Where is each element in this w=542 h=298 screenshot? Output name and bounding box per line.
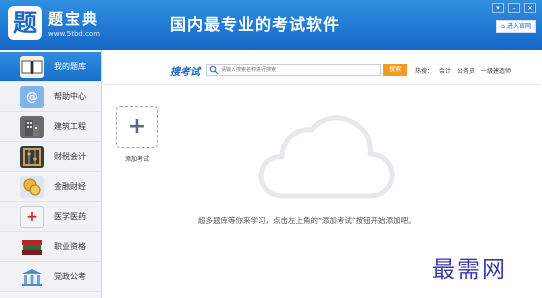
help-icon: @ xyxy=(20,85,44,108)
app-name: 题宝典 xyxy=(48,10,100,28)
app-logo: 题 题宝典 www.5tbd.com xyxy=(8,6,118,44)
enter-site-label: 进入官网 xyxy=(506,23,531,30)
books-stack-icon xyxy=(20,236,44,258)
hot-link-civil-servant[interactable]: 公务员 xyxy=(457,66,475,75)
sidebar-item-qualification[interactable]: 职业资格 xyxy=(0,232,101,262)
coins-icon xyxy=(20,175,44,198)
sidebar-item-label: 建筑工程 xyxy=(54,122,86,131)
sidebar-item-civil-service[interactable]: 党政公考 xyxy=(0,262,101,292)
add-exam-button[interactable]: + xyxy=(116,106,158,148)
government-building-icon xyxy=(20,266,44,288)
sidebar-item-my-bank[interactable]: 我的题库 xyxy=(0,52,101,82)
divider xyxy=(104,84,540,85)
search-bar: 搜考试 搜索 热搜： 会计 公务员 一级建造师 xyxy=(170,63,511,78)
menu-icon[interactable]: ▾ xyxy=(492,3,504,13)
app-header: 题 题宝典 www.5tbd.com 国内最专业的考试软件 ▾ – × ⌂ 进入… xyxy=(0,0,542,50)
sidebar: 我的题库 @ 帮助中心 建筑工程 财税会计 金融财经 + 医学医药 职业资格 党… xyxy=(0,50,102,298)
app-url: www.5tbd.com xyxy=(48,30,101,38)
empty-state-hint: 超多题库等你来学习，点击左上角的“添加考试”按钮开始添加吧。 xyxy=(198,216,416,225)
sidebar-item-label: 党政公考 xyxy=(54,272,86,281)
sidebar-item-label: 金融财经 xyxy=(54,182,86,191)
close-icon[interactable]: × xyxy=(524,3,536,13)
sidebar-item-label: 医学医药 xyxy=(54,212,86,221)
window-controls: ▾ – × xyxy=(492,3,536,13)
logo-mark-icon: 题 xyxy=(8,6,42,40)
minimize-icon[interactable]: – xyxy=(508,3,520,13)
search-button[interactable]: 搜索 xyxy=(383,64,407,76)
search-icon xyxy=(209,65,219,75)
search-input[interactable] xyxy=(221,65,371,75)
hot-search-label: 热搜： xyxy=(415,67,434,75)
hot-link-accounting[interactable]: 会计 xyxy=(439,66,451,75)
sidebar-item-help[interactable]: @ 帮助中心 xyxy=(0,82,101,112)
abacus-icon xyxy=(20,145,44,168)
sidebar-item-label: 财税会计 xyxy=(54,152,86,161)
building-icon xyxy=(20,115,44,138)
sidebar-item-construction[interactable]: 建筑工程 xyxy=(0,112,101,142)
sidebar-item-finance[interactable]: 金融财经 xyxy=(0,172,101,202)
search-title: 搜考试 xyxy=(170,66,200,78)
sidebar-item-accounting[interactable]: 财税会计 xyxy=(0,142,101,172)
sidebar-item-label: 帮助中心 xyxy=(54,92,86,101)
sidebar-item-label: 职业资格 xyxy=(54,242,86,251)
hot-link-constructor[interactable]: 一级建造师 xyxy=(481,66,511,75)
medical-kit-icon: + xyxy=(20,205,44,228)
book-icon xyxy=(20,55,44,78)
slogan: 国内最专业的考试软件 xyxy=(170,15,341,34)
empty-cloud-icon xyxy=(258,115,395,199)
home-icon: ⌂ xyxy=(501,23,505,30)
sidebar-item-medical[interactable]: + 医学医药 xyxy=(0,202,101,232)
watermark: 最需网 xyxy=(432,257,507,283)
enter-site-button[interactable]: ⌂ 进入官网 xyxy=(496,20,536,33)
search-box xyxy=(206,64,381,76)
add-exam-label: 添加考试 xyxy=(124,156,149,163)
plus-icon: + xyxy=(127,114,147,139)
sidebar-item-label: 我的题库 xyxy=(54,62,86,71)
